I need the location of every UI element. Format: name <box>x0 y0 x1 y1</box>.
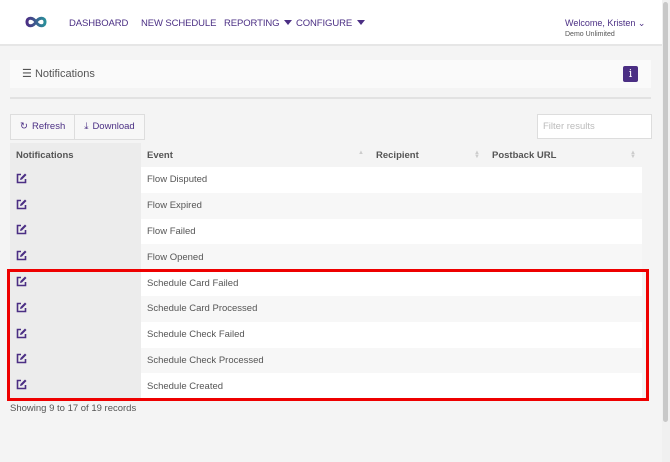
edit-cell <box>10 167 141 193</box>
edit-icon[interactable] <box>16 250 27 261</box>
postback-url-cell <box>486 295 642 322</box>
download-label: Download <box>92 121 135 132</box>
postback-url-cell <box>486 192 642 219</box>
nav-configure[interactable]: CONFIGURE <box>296 18 366 29</box>
filter-results-input[interactable] <box>537 114 652 139</box>
sort-asc-icon: ▲ <box>358 150 364 156</box>
column-header-notifications: Notifications <box>10 143 141 167</box>
table-row: Flow Expired <box>10 192 642 219</box>
postback-url-cell <box>486 321 642 348</box>
user-menu[interactable]: Welcome, Kristen ⌄ <box>565 18 645 29</box>
column-header-postback-url[interactable]: Postback URL ▲ ▼ <box>486 143 642 167</box>
event-header-label: Event <box>147 149 173 161</box>
edit-cell <box>10 270 141 296</box>
event-cell: Schedule Card Failed <box>141 270 370 296</box>
download-icon: ⤓ <box>84 121 89 132</box>
sliders-icon: ☰ <box>22 68 32 80</box>
welcome-text: Welcome, Kristen <box>565 18 636 28</box>
recipient-cell <box>370 373 486 400</box>
postback-url-cell <box>486 347 642 374</box>
recipient-header-label: Recipient <box>376 149 419 161</box>
event-cell: Flow Expired <box>141 192 370 219</box>
scrollbar-thumb[interactable] <box>663 2 668 422</box>
postback-url-cell <box>486 373 642 400</box>
edit-cell <box>10 321 141 348</box>
refresh-button[interactable]: ↻ Refresh <box>11 115 74 139</box>
edit-cell <box>10 347 141 374</box>
refresh-label: Refresh <box>31 121 66 132</box>
edit-icon[interactable] <box>16 379 27 390</box>
recipient-cell <box>370 321 486 348</box>
download-button[interactable]: ⤓ Download <box>74 115 143 139</box>
postback-url-cell <box>486 218 642 245</box>
edit-icon[interactable] <box>16 224 27 235</box>
toolbar-button-group: ↻ Refresh ⤓ Download <box>10 114 145 140</box>
recipient-cell <box>370 192 486 219</box>
event-cell: Schedule Check Processed <box>141 347 370 374</box>
info-button[interactable]: i <box>623 66 638 82</box>
top-navbar: DASHBOARD NEW SCHEDULE REPORTING CONFIGU… <box>0 0 662 46</box>
edit-cell <box>10 295 141 322</box>
edit-icon[interactable] <box>16 173 27 184</box>
nav-dashboard[interactable]: DASHBOARD <box>69 18 128 29</box>
chevron-down-icon: ⌄ <box>637 18 646 28</box>
nav-reporting-label: REPORTING <box>224 18 280 29</box>
sort-icon: ▲ ▼ <box>474 150 480 160</box>
event-cell: Schedule Card Processed <box>141 295 370 322</box>
edit-icon[interactable] <box>16 199 27 210</box>
column-header-recipient[interactable]: Recipient ▲ ▼ <box>370 143 486 167</box>
nav-new-schedule[interactable]: NEW SCHEDULE <box>141 18 216 29</box>
recipient-cell <box>370 167 486 193</box>
edit-cell <box>10 373 141 400</box>
recipient-cell <box>370 244 486 271</box>
nav-configure-label: CONFIGURE <box>296 18 353 29</box>
edit-icon[interactable] <box>16 328 27 339</box>
notifications-table: Notifications Event ▲ Recipient ▲ ▼ Postbac… <box>10 143 642 400</box>
table-row: Flow Disputed <box>10 167 642 193</box>
recipient-cell <box>370 270 486 296</box>
event-cell: Flow Failed <box>141 218 370 245</box>
event-cell: Flow Opened <box>141 244 370 271</box>
edit-cell <box>10 244 141 271</box>
column-header-event[interactable]: Event ▲ <box>141 143 370 167</box>
records-info: Showing 9 to 17 of 19 records <box>10 403 137 414</box>
postback-url-cell <box>486 167 642 193</box>
nav-reporting[interactable]: REPORTING <box>224 18 293 29</box>
edit-cell <box>10 192 141 219</box>
event-cell: Schedule Check Failed <box>141 321 370 348</box>
edit-cell <box>10 218 141 245</box>
recipient-cell <box>370 347 486 374</box>
page-header-panel: ☰ Notifications i <box>10 60 651 88</box>
postback-url-cell <box>486 270 642 296</box>
organization-name: Demo Unlimited <box>565 31 615 38</box>
table-row: Schedule Check Processed <box>10 347 642 374</box>
edit-icon[interactable] <box>16 302 27 313</box>
table-row: Schedule Check Failed <box>10 321 642 348</box>
table-row: Schedule Created <box>10 373 642 400</box>
recipient-cell <box>370 295 486 322</box>
edit-icon[interactable] <box>16 353 27 364</box>
event-cell: Flow Disputed <box>141 167 370 193</box>
recipient-cell <box>370 218 486 245</box>
page-title-text: Notifications <box>34 68 95 80</box>
table-row: Flow Opened <box>10 244 642 271</box>
caret-down-icon <box>284 20 293 25</box>
table-row: Flow Failed <box>10 218 642 245</box>
postback-header-label: Postback URL <box>492 149 557 161</box>
event-cell: Schedule Created <box>141 373 370 400</box>
table-row: Schedule Card Processed <box>10 295 642 322</box>
page-title: ☰ Notifications <box>22 67 95 80</box>
sort-icon: ▲ ▼ <box>630 150 636 160</box>
postback-url-cell <box>486 244 642 271</box>
caret-down-icon <box>357 20 366 25</box>
logo-icon[interactable] <box>24 15 48 29</box>
edit-icon[interactable] <box>16 276 27 287</box>
divider <box>10 97 651 99</box>
refresh-icon: ↻ <box>20 121 28 132</box>
table-row: Schedule Card Failed <box>10 270 642 296</box>
